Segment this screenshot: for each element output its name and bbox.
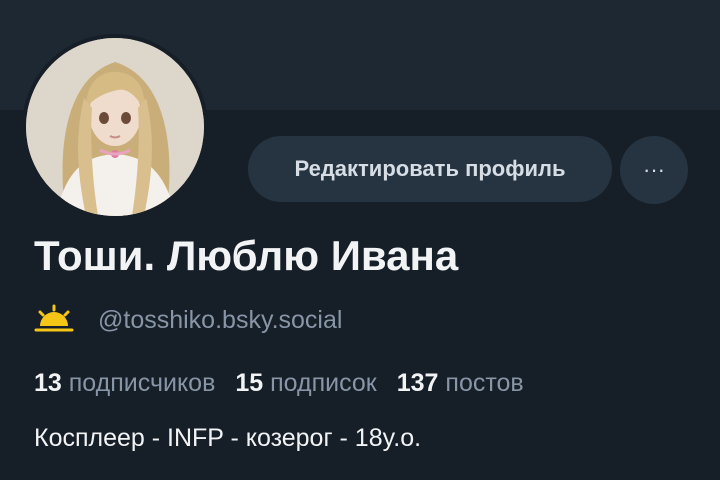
following-label: подписок (270, 368, 377, 397)
handle-row: @tosshiko.bsky.social (34, 300, 342, 340)
avatar[interactable] (26, 38, 204, 216)
profile-handle[interactable]: @tosshiko.bsky.social (98, 306, 342, 335)
profile-bio: Косплеер - INFP - козерог - 18y.o. (34, 424, 422, 452)
avatar-frame (22, 34, 208, 220)
more-options-button[interactable]: ··· (620, 136, 688, 204)
followers-count: 13 (34, 368, 62, 397)
followers-stat[interactable]: 13 подписчиков (34, 369, 215, 398)
following-stat[interactable]: 15 подписок (235, 369, 376, 398)
posts-label: постов (445, 368, 524, 397)
posts-stat: 137 постов (397, 369, 524, 398)
followers-label: подписчиков (68, 368, 216, 397)
posts-count: 137 (396, 368, 439, 397)
sun-weather-icon (34, 304, 74, 337)
display-name: Тоши. Люблю Ивана (34, 232, 459, 279)
profile-stats: 13 подписчиков 15 подписок 137 постов (34, 366, 524, 400)
following-count: 15 (235, 368, 264, 397)
ellipsis-icon: ··· (643, 157, 665, 182)
edit-profile-button[interactable]: Редактировать профиль (248, 136, 612, 202)
avatar-photo (26, 38, 204, 216)
